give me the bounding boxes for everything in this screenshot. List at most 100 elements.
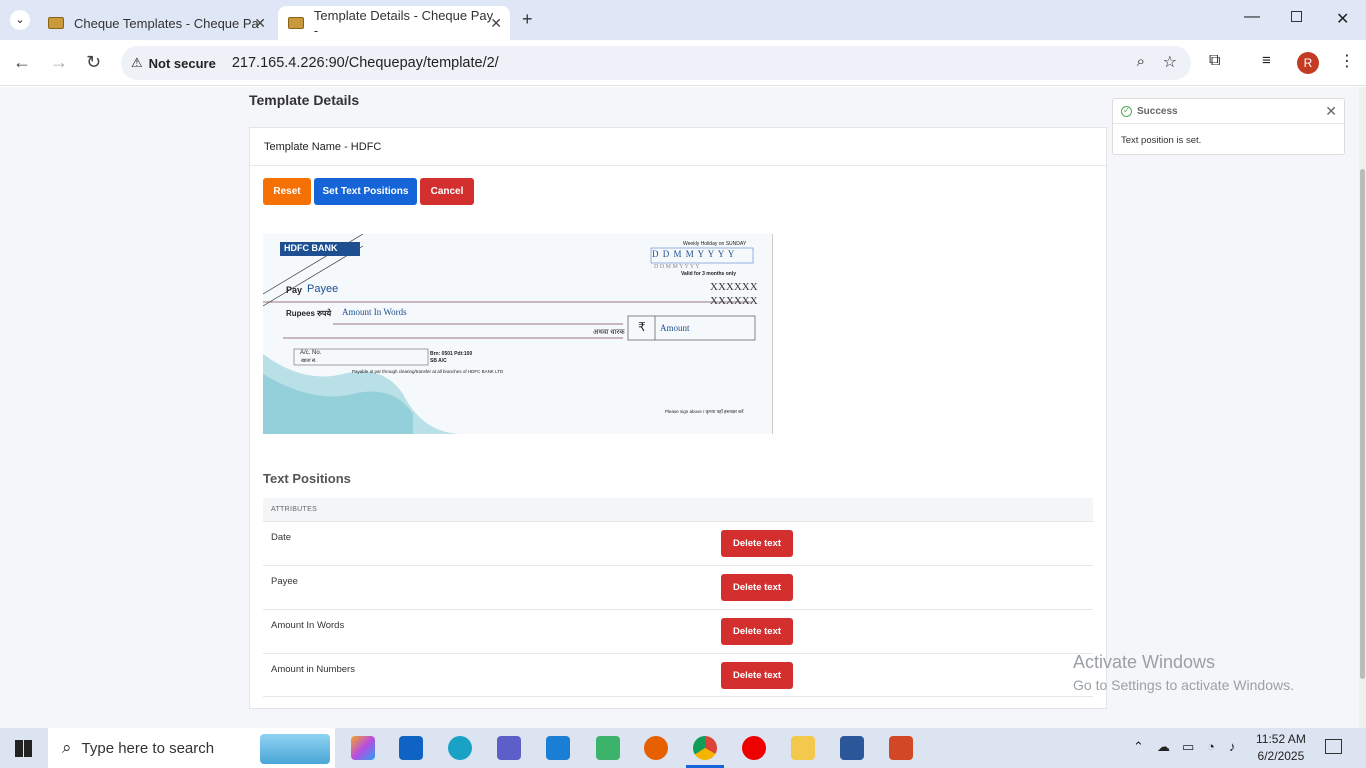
cancel-button[interactable]: Cancel <box>420 178 474 205</box>
toast-divider <box>1113 123 1344 124</box>
close-window-icon[interactable]: ✕ <box>1336 9 1349 29</box>
table-header: ATTRIBUTES <box>263 498 1093 521</box>
bearer-crossout: XXXXXX <box>710 281 758 293</box>
url-text[interactable]: 217.165.4.226:90/Chequepay/template/2/ <box>232 55 499 71</box>
tray-chevron-icon[interactable]: ⌃ <box>1133 739 1144 755</box>
tab-title: Cheque Templates - Cheque Pa <box>74 15 259 31</box>
table-row: Date Delete text <box>263 521 1093 565</box>
hdfc-logo: HDFC BANK <box>280 242 360 256</box>
table-row: Payee Delete text <box>263 565 1093 609</box>
template-name: Template Name - HDFC <box>250 128 1106 166</box>
restore-icon[interactable] <box>1291 11 1302 22</box>
reset-button[interactable]: Reset <box>263 178 311 205</box>
bookmark-star-icon[interactable]: ☆ <box>1163 52 1177 72</box>
success-toast: ✓ Success ✕ Text position is set. <box>1112 98 1345 155</box>
toast-message: Text position is set. <box>1121 135 1202 146</box>
windows-start-icon[interactable] <box>15 740 32 757</box>
or-bearer-label: अथवा धारक <box>593 328 625 336</box>
browser-tab-bar: ⌄ Cheque Templates - Cheque Pa ✕ Templat… <box>0 0 1366 40</box>
app-icon[interactable] <box>596 736 620 760</box>
clock-date: 6/2/2025 <box>1257 749 1305 763</box>
delete-text-button[interactable]: Delete text <box>721 574 793 601</box>
delete-text-button[interactable]: Delete text <box>721 618 793 645</box>
extensions-icon[interactable]: ⧉ <box>1209 52 1220 70</box>
amount-text: Amount <box>660 323 690 333</box>
table-row: Amount in Numbers Delete text <box>263 653 1093 697</box>
ac-no-label: A/c. No. <box>300 350 322 356</box>
scrollbar-thumb[interactable] <box>1360 169 1365 679</box>
close-toast-icon[interactable]: ✕ <box>1325 103 1337 120</box>
page-content: Template Details Template Name - HDFC Re… <box>0 87 1366 728</box>
clock-time: 11:52 AM <box>1256 732 1306 746</box>
branch-info: Brn: 0501 Pdt:100 <box>430 351 473 357</box>
chrome-icon[interactable] <box>693 736 717 760</box>
wifi-icon[interactable]: ◔ <box>1207 739 1215 754</box>
security-label[interactable]: Not secure <box>149 56 216 71</box>
avatar[interactable]: R <box>1297 52 1319 74</box>
file-explorer-icon[interactable] <box>791 736 815 760</box>
rupees-label: Rupees रुपये <box>286 309 332 318</box>
attribute-label: Amount In Words <box>271 620 345 631</box>
bearer-crossout: XXXXXX <box>710 295 758 307</box>
menu-kebab-icon[interactable]: ⋮ <box>1339 51 1355 71</box>
word-icon[interactable] <box>840 736 864 760</box>
address-bar[interactable]: ⚠ Not secure 217.165.4.226:90/Chequepay/… <box>121 46 1191 80</box>
bank-name: HDFC BANK <box>284 243 338 253</box>
activate-windows-title: Activate Windows <box>1073 652 1216 672</box>
attribute-label: Date <box>271 532 292 543</box>
page-scrollbar[interactable] <box>1359 87 1366 728</box>
date-field: D D M M Y Y Y Y <box>652 249 736 259</box>
table-row: Amount In Words Delete text <box>263 609 1093 653</box>
edge-icon[interactable] <box>448 736 472 760</box>
cheque-image[interactable]: HDFC BANK Weekly Holiday on SUNDAY D D M… <box>263 234 773 434</box>
vscode-icon[interactable] <box>546 736 570 760</box>
browser-toolbar: ← → ↻ ⚠ Not secure 217.165.4.226:90/Cheq… <box>0 40 1366 86</box>
payable-text: Payable at par through clearing/transfer… <box>352 369 504 374</box>
rupee-symbol: ₹ <box>638 320 646 334</box>
set-text-positions-button[interactable]: Set Text Positions <box>314 178 417 205</box>
amount-in-words-text: Amount In Words <box>342 307 407 317</box>
search-placeholder: Type here to search <box>81 739 215 757</box>
ac-no-hindi: खाता सं. <box>301 359 317 364</box>
youtube-music-icon[interactable] <box>742 736 766 760</box>
forward-icon[interactable]: → <box>50 52 68 73</box>
back-icon[interactable]: ← <box>13 52 31 73</box>
delete-text-button[interactable]: Delete text <box>721 662 793 689</box>
system-clock[interactable]: 11:52 AM 6/2/2025 <box>1256 731 1306 765</box>
network-icon[interactable]: ☁ <box>1157 739 1170 755</box>
notifications-icon[interactable] <box>1325 739 1342 754</box>
weekly-holiday: Weekly Holiday on SUNDAY <box>683 241 747 247</box>
attribute-label: Amount in Numbers <box>271 664 355 675</box>
taskbar-search[interactable]: ⌕ Type here to search <box>48 728 335 768</box>
date-hint: D D M M Y Y Y Y <box>654 264 700 270</box>
volume-icon[interactable]: ♪ <box>1229 739 1236 754</box>
windows-taskbar: ⌕ Type here to search ⌃ ☁ ▭ ◔ ♪ 11:52 AM… <box>0 728 1366 768</box>
firefox-icon[interactable] <box>644 736 668 760</box>
beach-hammock-icon <box>260 734 330 764</box>
zoom-icon[interactable]: ⌕ <box>1137 53 1145 70</box>
cheque-favicon-icon <box>48 17 64 29</box>
tab-template-details[interactable]: Template Details - Cheque Pay - ✕ <box>278 6 510 40</box>
warning-icon[interactable]: ⚠ <box>131 55 143 71</box>
tab-title: Template Details - Cheque Pay - <box>313 8 494 38</box>
tab-search-dropdown-icon[interactable]: ⌄ <box>10 10 30 30</box>
reload-icon[interactable]: ↻ <box>86 52 101 73</box>
tab-cheque-templates[interactable]: Cheque Templates - Cheque Pa ✕ <box>38 6 274 40</box>
text-positions-heading: Text Positions <box>263 471 351 486</box>
payee-text: Payee <box>307 283 339 295</box>
close-tab-icon[interactable]: ✕ <box>490 15 502 32</box>
media-control-icon[interactable]: ≡ <box>1262 52 1271 69</box>
battery-icon[interactable]: ▭ <box>1182 739 1194 755</box>
minimize-icon[interactable]: — <box>1244 8 1260 26</box>
close-tab-icon[interactable]: ✕ <box>254 15 266 32</box>
outlook-icon[interactable] <box>399 736 423 760</box>
delete-text-button[interactable]: Delete text <box>721 530 793 557</box>
new-tab-icon[interactable]: + <box>522 9 533 30</box>
teams-icon[interactable] <box>497 736 521 760</box>
sb-ac-label: SB A/C <box>430 358 447 364</box>
attribute-label: Payee <box>271 576 298 587</box>
copilot-icon[interactable] <box>351 736 375 760</box>
powerpoint-icon[interactable] <box>889 736 913 760</box>
template-card: Template Name - HDFC Reset Set Text Posi… <box>249 127 1107 709</box>
valid-text: Valid for 3 months only <box>681 271 737 277</box>
